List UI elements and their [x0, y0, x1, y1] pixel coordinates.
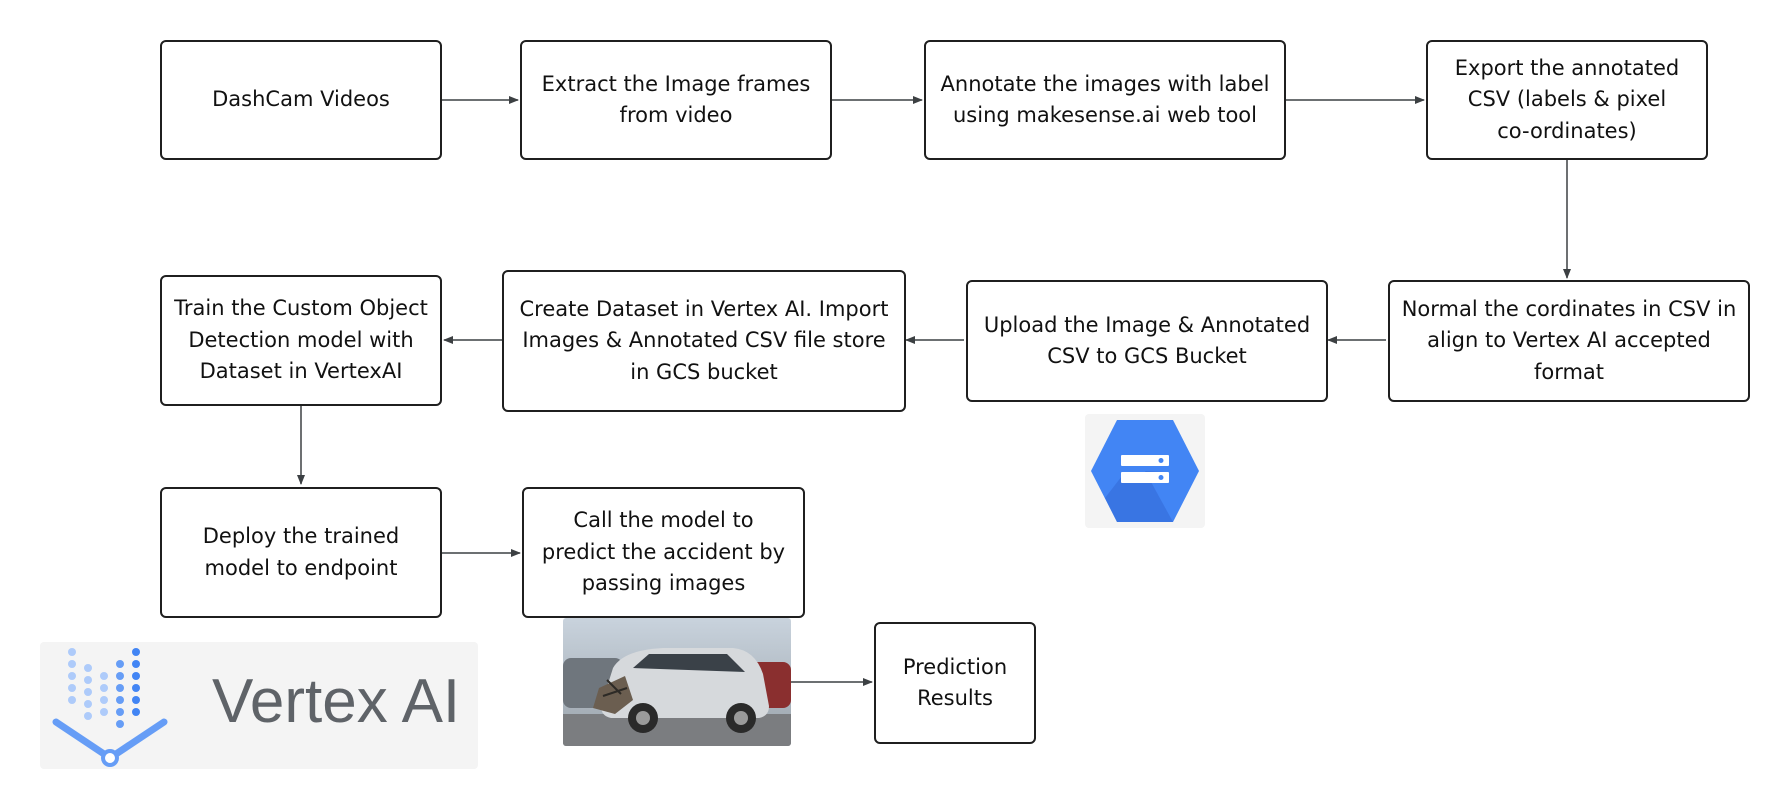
node-train-model: Train the Custom Object Detection model …	[160, 275, 442, 406]
node-dashcam-videos: DashCam Videos	[160, 40, 442, 160]
node-create-dataset: Create Dataset in Vertex AI. Import Imag…	[502, 270, 906, 412]
node-normalize-coordinates: Normal the cordinates in CSV in align to…	[1388, 280, 1750, 402]
cloud-storage-icon	[1091, 420, 1199, 522]
node-deploy-model: Deploy the trained model to endpoint	[160, 487, 442, 618]
damaged-car-photo	[563, 618, 791, 746]
node-annotate-images: Annotate the images with label using mak…	[924, 40, 1286, 160]
vertex-ai-icon	[52, 648, 168, 767]
node-extract-frames: Extract the Image frames from video	[520, 40, 832, 160]
cloud-storage-logo	[1085, 414, 1205, 528]
vertex-ai-logo: Vertex AI	[40, 642, 478, 769]
vertex-ai-wordmark: Vertex AI	[212, 667, 461, 736]
node-prediction-results: Prediction Results	[874, 622, 1036, 744]
node-upload-gcs: Upload the Image & Annotated CSV to GCS …	[966, 280, 1328, 402]
node-call-model: Call the model to predict the accident b…	[522, 487, 805, 618]
node-export-csv: Export the annotated CSV (labels & pixel…	[1426, 40, 1708, 160]
